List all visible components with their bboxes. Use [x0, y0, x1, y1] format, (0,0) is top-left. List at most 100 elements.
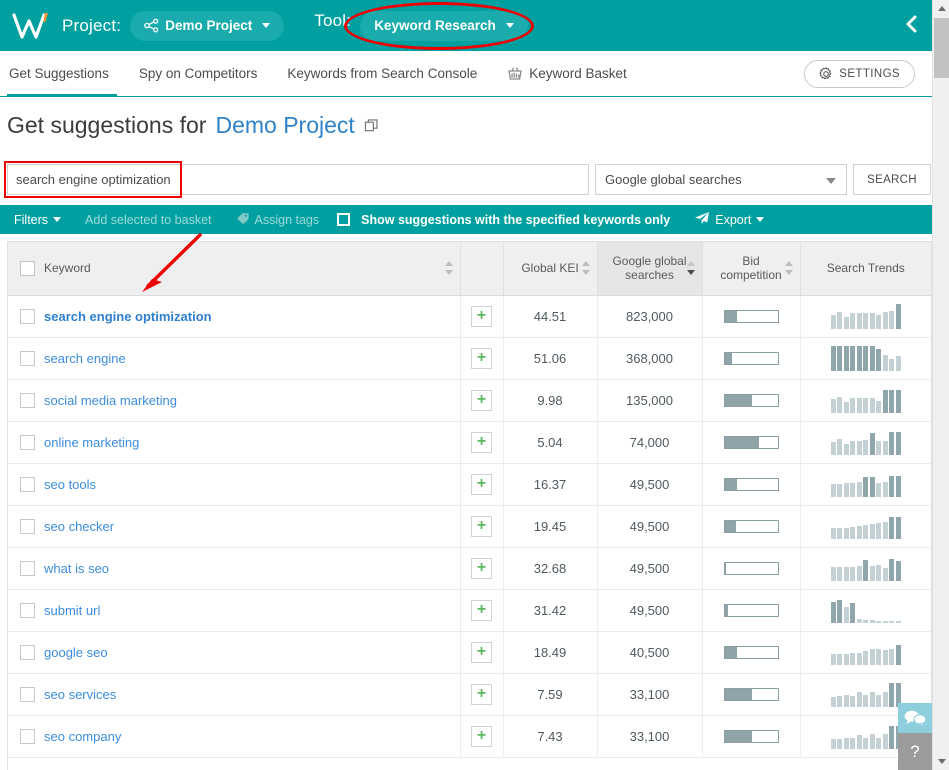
bid-competition-bar-fill [724, 310, 738, 322]
assign-tags-button[interactable]: Assign tags [224, 212, 332, 228]
keyword-link[interactable]: seo services [44, 687, 116, 702]
keyword-link[interactable]: search engine optimization [44, 309, 212, 324]
row-checkbox[interactable] [20, 350, 35, 366]
sort-toggle-bid-competition[interactable] [784, 261, 794, 275]
sparkline-bar [843, 402, 849, 413]
app-logo[interactable] [0, 0, 62, 51]
cell-google-global-searches: 74,000 [597, 421, 703, 464]
scroll-up-button[interactable] [933, 0, 949, 17]
tool-selector[interactable]: Keyword Research [360, 10, 528, 41]
row-checkbox[interactable] [20, 644, 35, 660]
row-checkbox[interactable] [20, 728, 35, 744]
keyword-link[interactable]: seo tools [44, 477, 96, 492]
sparkline-bar [895, 561, 901, 581]
add-to-basket-label: Add selected to basket [85, 212, 212, 227]
sparkline-bar [843, 444, 849, 455]
add-to-basket-plus-icon[interactable]: + [471, 599, 492, 621]
scrollbar-thumb[interactable] [934, 18, 949, 78]
settings-button[interactable]: SETTINGS [804, 60, 915, 88]
collapse-panel-button[interactable] [904, 14, 920, 38]
row-checkbox[interactable] [20, 602, 35, 618]
column-header-bid-competition[interactable]: Bid competition [702, 242, 801, 296]
top-bar: Project: Demo Project Tool: Keyword Rese… [0, 0, 932, 51]
add-to-basket-plus-icon[interactable]: + [471, 389, 492, 411]
keyword-link[interactable]: search engine [44, 351, 126, 366]
add-to-basket-plus-icon[interactable]: + [471, 725, 492, 747]
sparkline-bar [856, 566, 862, 581]
add-to-basket-plus-icon[interactable]: + [471, 515, 492, 537]
keyword-link[interactable]: seo checker [44, 519, 114, 534]
add-to-basket-plus-icon[interactable]: + [471, 557, 492, 579]
select-all-checkbox[interactable] [20, 261, 35, 276]
row-checkbox[interactable] [20, 434, 35, 450]
keyword-link[interactable]: submit url [44, 603, 100, 618]
add-to-basket-plus-icon[interactable]: + [471, 431, 492, 453]
table-row: submit url +31.42 49,500 [8, 589, 931, 632]
column-header-keyword[interactable]: Keyword [8, 242, 461, 296]
tag-icon [236, 212, 250, 228]
row-checkbox[interactable] [20, 308, 35, 324]
filters-button[interactable]: Filters [0, 213, 73, 227]
sparkline-bar [882, 441, 888, 455]
sparkline-bar [843, 567, 849, 581]
cell-global-kei: 51.06 [503, 337, 598, 380]
sparkline-bar [889, 683, 895, 707]
triangle-down-icon [444, 270, 453, 275]
cell-bid-competition [702, 631, 801, 674]
sparkline-bar [876, 621, 882, 623]
add-to-basket-plus-icon[interactable]: + [471, 305, 492, 327]
cell-bid-competition [702, 421, 801, 464]
column-header-global-kei[interactable]: Global KEI [503, 242, 598, 296]
scroll-down-button[interactable] [933, 753, 949, 770]
tab-get-suggestions[interactable]: Get Suggestions [0, 51, 124, 97]
keyword-link[interactable]: google seo [44, 645, 108, 660]
keyword-link[interactable]: what is seo [44, 561, 109, 576]
keyword-link[interactable]: seo company [44, 729, 121, 744]
sparkline-bar [869, 313, 875, 329]
cell-keyword: google seo [8, 631, 461, 674]
sparkline-bar [876, 565, 882, 581]
export-button[interactable]: Export [682, 211, 776, 228]
show-only-specified-keywords-toggle[interactable]: Show suggestions with the specified keyw… [331, 213, 682, 227]
add-to-basket-plus-icon[interactable]: + [471, 683, 492, 705]
search-trend-sparkline [807, 303, 926, 329]
sparkline-bar [830, 346, 836, 371]
sort-toggle-google-global-searches[interactable] [686, 261, 696, 275]
sparkline-bar [869, 477, 875, 497]
sparkline-bar [882, 482, 888, 497]
help-button[interactable]: ? [898, 733, 932, 770]
tab-keyword-basket[interactable]: Keyword Basket [492, 51, 642, 97]
sort-toggle-keyword[interactable] [444, 261, 454, 275]
tab-keywords-from-search-console[interactable]: Keywords from Search Console [272, 51, 492, 97]
add-to-basket-plus-icon[interactable]: + [471, 641, 492, 663]
keyword-link[interactable]: online marketing [44, 435, 139, 450]
sparkline-bar [876, 401, 882, 413]
add-to-basket-plus-icon[interactable]: + [471, 473, 492, 495]
copy-icon[interactable] [364, 118, 379, 133]
search-engine-select[interactable]: Google global searches [595, 164, 847, 195]
search-engine-select-value: Google global searches [605, 172, 742, 187]
vertical-scrollbar[interactable] [932, 0, 949, 770]
project-selector-label: Demo Project [165, 18, 253, 33]
row-checkbox[interactable] [20, 392, 35, 408]
row-checkbox[interactable] [20, 518, 35, 534]
cell-search-trends [800, 337, 931, 380]
row-checkbox[interactable] [20, 560, 35, 576]
add-selected-to-basket-button[interactable]: Add selected to basket [73, 213, 223, 227]
project-selector[interactable]: Demo Project [130, 10, 285, 41]
sparkline-bar [876, 738, 882, 749]
checkbox-icon[interactable] [337, 213, 351, 226]
triangle-down-icon [937, 759, 946, 764]
add-to-basket-plus-icon[interactable]: + [471, 347, 492, 369]
keyword-link[interactable]: social media marketing [44, 393, 177, 408]
assign-tags-label: Assign tags [254, 212, 320, 227]
table-row: seo company +7.43 33,100 [8, 715, 931, 758]
row-checkbox[interactable] [20, 686, 35, 702]
tab-spy-on-competitors[interactable]: Spy on Competitors [124, 51, 273, 97]
keyword-input[interactable] [7, 164, 589, 195]
search-button[interactable]: SEARCH [853, 164, 931, 195]
chat-widget-button[interactable] [898, 703, 932, 733]
row-checkbox[interactable] [20, 476, 35, 492]
column-header-google-global-searches[interactable]: Google global searches [597, 242, 703, 296]
sort-toggle-global-kei[interactable] [581, 261, 591, 275]
